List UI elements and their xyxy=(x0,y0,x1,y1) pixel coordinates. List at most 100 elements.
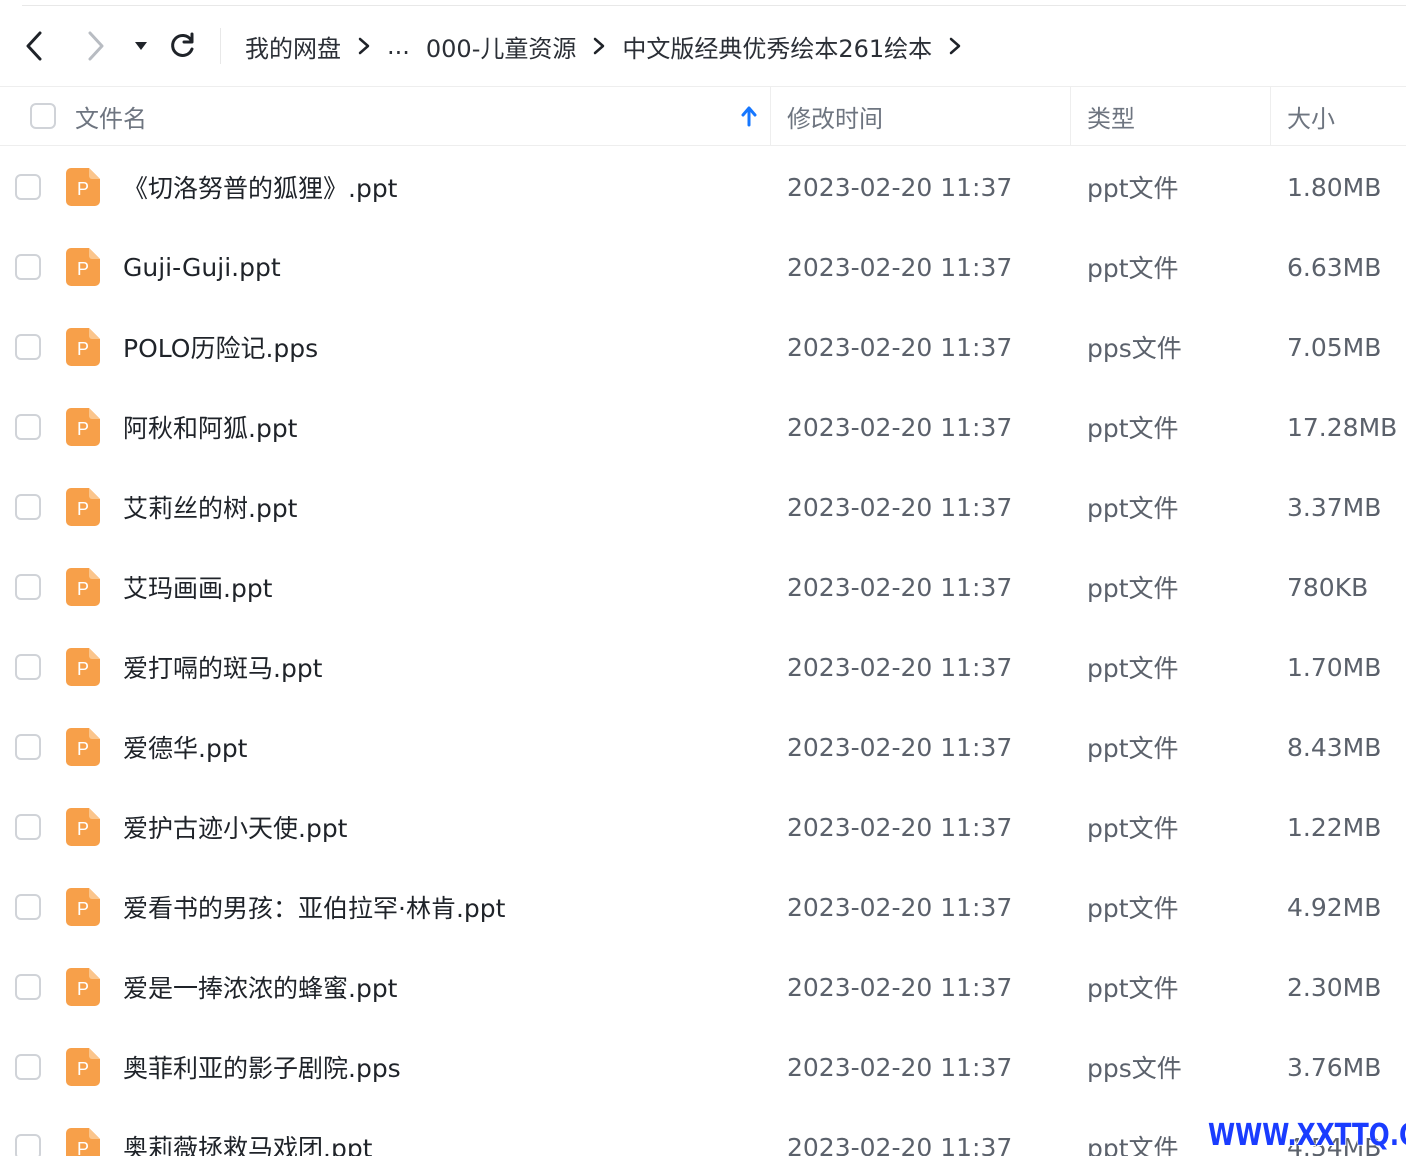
ppt-file-icon: P xyxy=(66,728,100,766)
file-modified: 2023-02-20 11:37 xyxy=(787,572,1013,602)
file-name[interactable]: 艾玛画画.ppt xyxy=(123,547,273,627)
file-size: 8.43MB xyxy=(1287,732,1382,762)
file-type: ppt文件 xyxy=(1087,414,1179,443)
file-row[interactable]: P 爱是一捧浓浓的蜂蜜.ppt 2023-02-20 11:37 ppt文件 2… xyxy=(0,947,1406,1027)
file-name[interactable]: 爱看书的男孩：亚伯拉罕·林肯.ppt xyxy=(123,867,505,947)
file-type: ppt文件 xyxy=(1087,654,1179,683)
row-checkbox[interactable] xyxy=(15,494,41,520)
svg-text:P: P xyxy=(77,579,89,599)
svg-text:P: P xyxy=(77,1139,89,1156)
file-row[interactable]: P 艾玛画画.ppt 2023-02-20 11:37 ppt文件 780KB xyxy=(0,547,1406,627)
row-checkbox[interactable] xyxy=(15,254,41,280)
row-checkbox[interactable] xyxy=(15,654,41,680)
file-name[interactable]: Guji-Guji.ppt xyxy=(123,227,281,307)
file-modified: 2023-02-20 11:37 xyxy=(787,252,1013,282)
file-row[interactable]: P 爱德华.ppt 2023-02-20 11:37 ppt文件 8.43MB xyxy=(0,707,1406,787)
row-checkbox[interactable] xyxy=(15,414,41,440)
file-name[interactable]: 奥莉薇拯救马戏团.ppt xyxy=(123,1107,373,1156)
file-name[interactable]: 爱打嗝的斑马.ppt xyxy=(123,627,323,707)
file-modified: 2023-02-20 11:37 xyxy=(787,172,1013,202)
chevron-left-icon xyxy=(26,31,42,61)
svg-text:P: P xyxy=(77,659,89,679)
forward-button[interactable] xyxy=(78,28,114,64)
file-name[interactable]: 爱护古迹小天使.ppt xyxy=(123,787,348,867)
column-resize-handle[interactable] xyxy=(1270,87,1271,145)
file-row[interactable]: P 《切洛努普的狐狸》.ppt 2023-02-20 11:37 ppt文件 1… xyxy=(0,147,1406,227)
row-checkbox[interactable] xyxy=(15,734,41,760)
column-resize-handle[interactable] xyxy=(1070,87,1071,145)
file-type: pps文件 xyxy=(1087,1054,1182,1083)
breadcrumb-parent[interactable]: 000-儿童资源 xyxy=(426,29,576,64)
file-row[interactable]: P 爱护古迹小天使.ppt 2023-02-20 11:37 ppt文件 1.2… xyxy=(0,787,1406,867)
file-name[interactable]: 奥菲利亚的影子剧院.pps xyxy=(123,1027,401,1107)
file-size: 3.37MB xyxy=(1287,492,1382,522)
file-modified: 2023-02-20 11:37 xyxy=(787,812,1013,842)
file-modified: 2023-02-20 11:37 xyxy=(787,732,1013,762)
back-button[interactable] xyxy=(16,28,52,64)
row-checkbox[interactable] xyxy=(15,814,41,840)
file-row[interactable]: P POLO历险记.pps 2023-02-20 11:37 pps文件 7.0… xyxy=(0,307,1406,387)
refresh-button[interactable] xyxy=(164,28,200,64)
breadcrumb-root[interactable]: 我的网盘 xyxy=(245,29,341,64)
file-modified: 2023-02-20 11:37 xyxy=(787,1132,1013,1156)
file-row[interactable]: P 爱打嗝的斑马.ppt 2023-02-20 11:37 ppt文件 1.70… xyxy=(0,627,1406,707)
file-name[interactable]: 爱德华.ppt xyxy=(123,707,248,787)
column-header-modified[interactable]: 修改时间 xyxy=(787,87,883,145)
select-all-checkbox-wrap xyxy=(30,87,56,145)
ppt-file-icon: P xyxy=(66,408,100,446)
breadcrumb-separator-icon xyxy=(948,36,962,56)
file-name[interactable]: POLO历险记.pps xyxy=(123,307,318,387)
ppt-file-icon: P xyxy=(66,568,100,606)
ppt-file-icon: P xyxy=(66,648,100,686)
breadcrumb-ellipsis[interactable]: ... xyxy=(387,32,410,60)
row-checkbox[interactable] xyxy=(15,974,41,1000)
row-checkbox[interactable] xyxy=(15,334,41,360)
column-resize-handle[interactable] xyxy=(770,87,771,145)
ppt-file-icon: P xyxy=(66,808,100,846)
svg-text:P: P xyxy=(77,339,89,359)
file-size: 17.28MB xyxy=(1287,412,1398,442)
file-size: 3.76MB xyxy=(1287,1052,1382,1082)
ppt-file-icon: P xyxy=(66,328,100,366)
file-size: 2.30MB xyxy=(1287,972,1382,1002)
row-checkbox[interactable] xyxy=(15,1054,41,1080)
file-name[interactable]: 阿秋和阿狐.ppt xyxy=(123,387,298,467)
file-row[interactable]: P 阿秋和阿狐.ppt 2023-02-20 11:37 ppt文件 17.28… xyxy=(0,387,1406,467)
ppt-file-icon: P xyxy=(66,1128,100,1156)
file-row[interactable]: P 艾莉丝的树.ppt 2023-02-20 11:37 ppt文件 3.37M… xyxy=(0,467,1406,547)
breadcrumb-current[interactable]: 中文版经典优秀绘本261绘本 xyxy=(622,29,932,64)
ppt-file-icon: P xyxy=(66,488,100,526)
file-name[interactable]: 爱是一捧浓浓的蜂蜜.ppt xyxy=(123,947,398,1027)
svg-text:P: P xyxy=(77,899,89,919)
svg-text:P: P xyxy=(77,819,89,839)
file-type: ppt文件 xyxy=(1087,734,1179,763)
row-checkbox[interactable] xyxy=(15,894,41,920)
column-header-name[interactable]: 文件名 xyxy=(75,87,147,145)
column-header-size[interactable]: 大小 xyxy=(1287,87,1335,145)
history-dropdown-button[interactable] xyxy=(124,28,158,64)
file-row[interactable]: P 奥莉薇拯救马戏团.ppt 2023-02-20 11:37 ppt文件 4.… xyxy=(0,1107,1406,1156)
file-row[interactable]: P Guji-Guji.ppt 2023-02-20 11:37 ppt文件 6… xyxy=(0,227,1406,307)
row-checkbox[interactable] xyxy=(15,574,41,600)
file-name[interactable]: 《切洛努普的狐狸》.ppt xyxy=(123,147,398,227)
row-checkbox[interactable] xyxy=(15,1134,41,1156)
watermark-text: WWW.XXTTQ.COM xyxy=(1208,1118,1406,1153)
ppt-file-icon: P xyxy=(66,248,100,286)
file-type: ppt文件 xyxy=(1087,814,1179,843)
refresh-icon xyxy=(171,32,194,57)
file-type: ppt文件 xyxy=(1087,174,1179,203)
file-modified: 2023-02-20 11:37 xyxy=(787,652,1013,682)
select-all-checkbox[interactable] xyxy=(30,103,56,129)
chevron-right-icon xyxy=(88,31,104,61)
column-header-type[interactable]: 类型 xyxy=(1087,87,1135,145)
row-checkbox[interactable] xyxy=(15,174,41,200)
file-modified: 2023-02-20 11:37 xyxy=(787,332,1013,362)
file-size: 1.22MB xyxy=(1287,812,1382,842)
toolbar-divider xyxy=(220,28,221,64)
sort-button[interactable] xyxy=(740,87,758,145)
file-modified: 2023-02-20 11:37 xyxy=(787,492,1013,522)
file-type: ppt文件 xyxy=(1087,574,1179,603)
file-name[interactable]: 艾莉丝的树.ppt xyxy=(123,467,298,547)
file-row[interactable]: P 奥菲利亚的影子剧院.pps 2023-02-20 11:37 pps文件 3… xyxy=(0,1027,1406,1107)
file-row[interactable]: P 爱看书的男孩：亚伯拉罕·林肯.ppt 2023-02-20 11:37 pp… xyxy=(0,867,1406,947)
